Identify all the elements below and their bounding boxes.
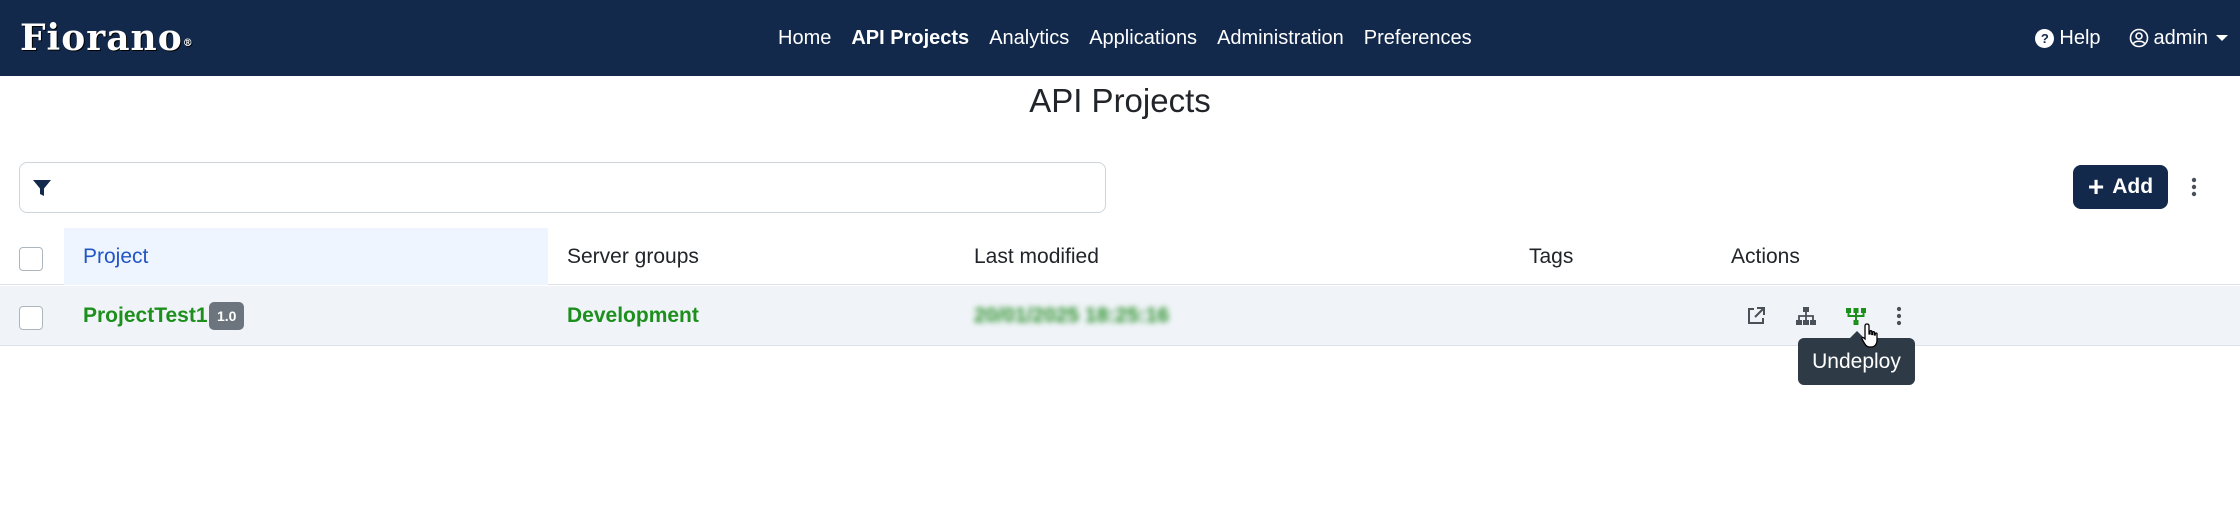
server-group-link[interactable]: Development	[567, 286, 699, 346]
project-name-link[interactable]: ProjectTest1	[83, 286, 208, 346]
user-circle-icon	[2129, 28, 2148, 48]
logo-trademark: ®	[182, 38, 194, 49]
user-label: admin	[2153, 26, 2208, 49]
nav-administration[interactable]: Administration	[1217, 27, 1344, 50]
hand-pointer-icon	[1861, 323, 1878, 348]
add-button-label: Add	[2112, 175, 2154, 198]
chevron-down-icon	[2216, 35, 2228, 41]
fiorano-logo[interactable]: Fiorano®	[20, 16, 194, 60]
column-header-tags[interactable]: Tags	[1529, 228, 1573, 285]
plus-icon: +	[2087, 171, 2105, 202]
nav-analytics[interactable]: Analytics	[989, 27, 1069, 50]
table-header: Project Server groups Last modified Tags…	[0, 228, 2240, 285]
main-nav: Home API Projects Analytics Applications…	[778, 0, 1492, 76]
filter-box	[19, 162, 1106, 213]
last-modified-value: 20/01/2025 18:25:16	[974, 304, 1169, 327]
nav-applications[interactable]: Applications	[1089, 27, 1197, 50]
help-label: Help	[2059, 26, 2101, 49]
filter-icon	[33, 180, 51, 196]
add-button[interactable]: + Add	[2073, 165, 2168, 209]
column-header-project[interactable]: Project	[83, 228, 148, 285]
help-link[interactable]: ? Help	[2035, 26, 2101, 50]
more-vertical-icon[interactable]	[1888, 305, 1910, 327]
nav-api-projects[interactable]: API Projects	[851, 27, 969, 50]
user-menu[interactable]: admin	[2129, 27, 2228, 50]
page-title: API Projects	[1029, 82, 1211, 119]
nav-preferences[interactable]: Preferences	[1364, 27, 1472, 50]
open-external-icon[interactable]	[1745, 305, 1767, 327]
nav-home[interactable]: Home	[778, 27, 831, 50]
top-navbar: Fiorano® Home API Projects Analytics App…	[0, 0, 2240, 76]
navbar-right: ? Help admin	[2035, 0, 2228, 76]
column-header-last-modified[interactable]: Last modified	[974, 228, 1099, 285]
hierarchy-icon[interactable]	[1795, 305, 1817, 327]
select-all-checkbox[interactable]	[19, 247, 43, 271]
logo-text: Fiorano	[20, 17, 183, 59]
filter-input[interactable]	[68, 171, 1088, 205]
column-header-actions: Actions	[1731, 245, 1800, 268]
row-checkbox[interactable]	[19, 306, 43, 330]
undeploy-tooltip: Undeploy	[1798, 331, 1915, 385]
help-icon: ?	[2035, 28, 2055, 48]
column-header-server-groups[interactable]: Server groups	[567, 228, 699, 285]
table-row: ProjectTest1 1.0 Development 20/01/2025 …	[0, 286, 2240, 346]
version-badge: 1.0	[209, 302, 245, 330]
more-vertical-icon[interactable]	[2188, 173, 2200, 201]
